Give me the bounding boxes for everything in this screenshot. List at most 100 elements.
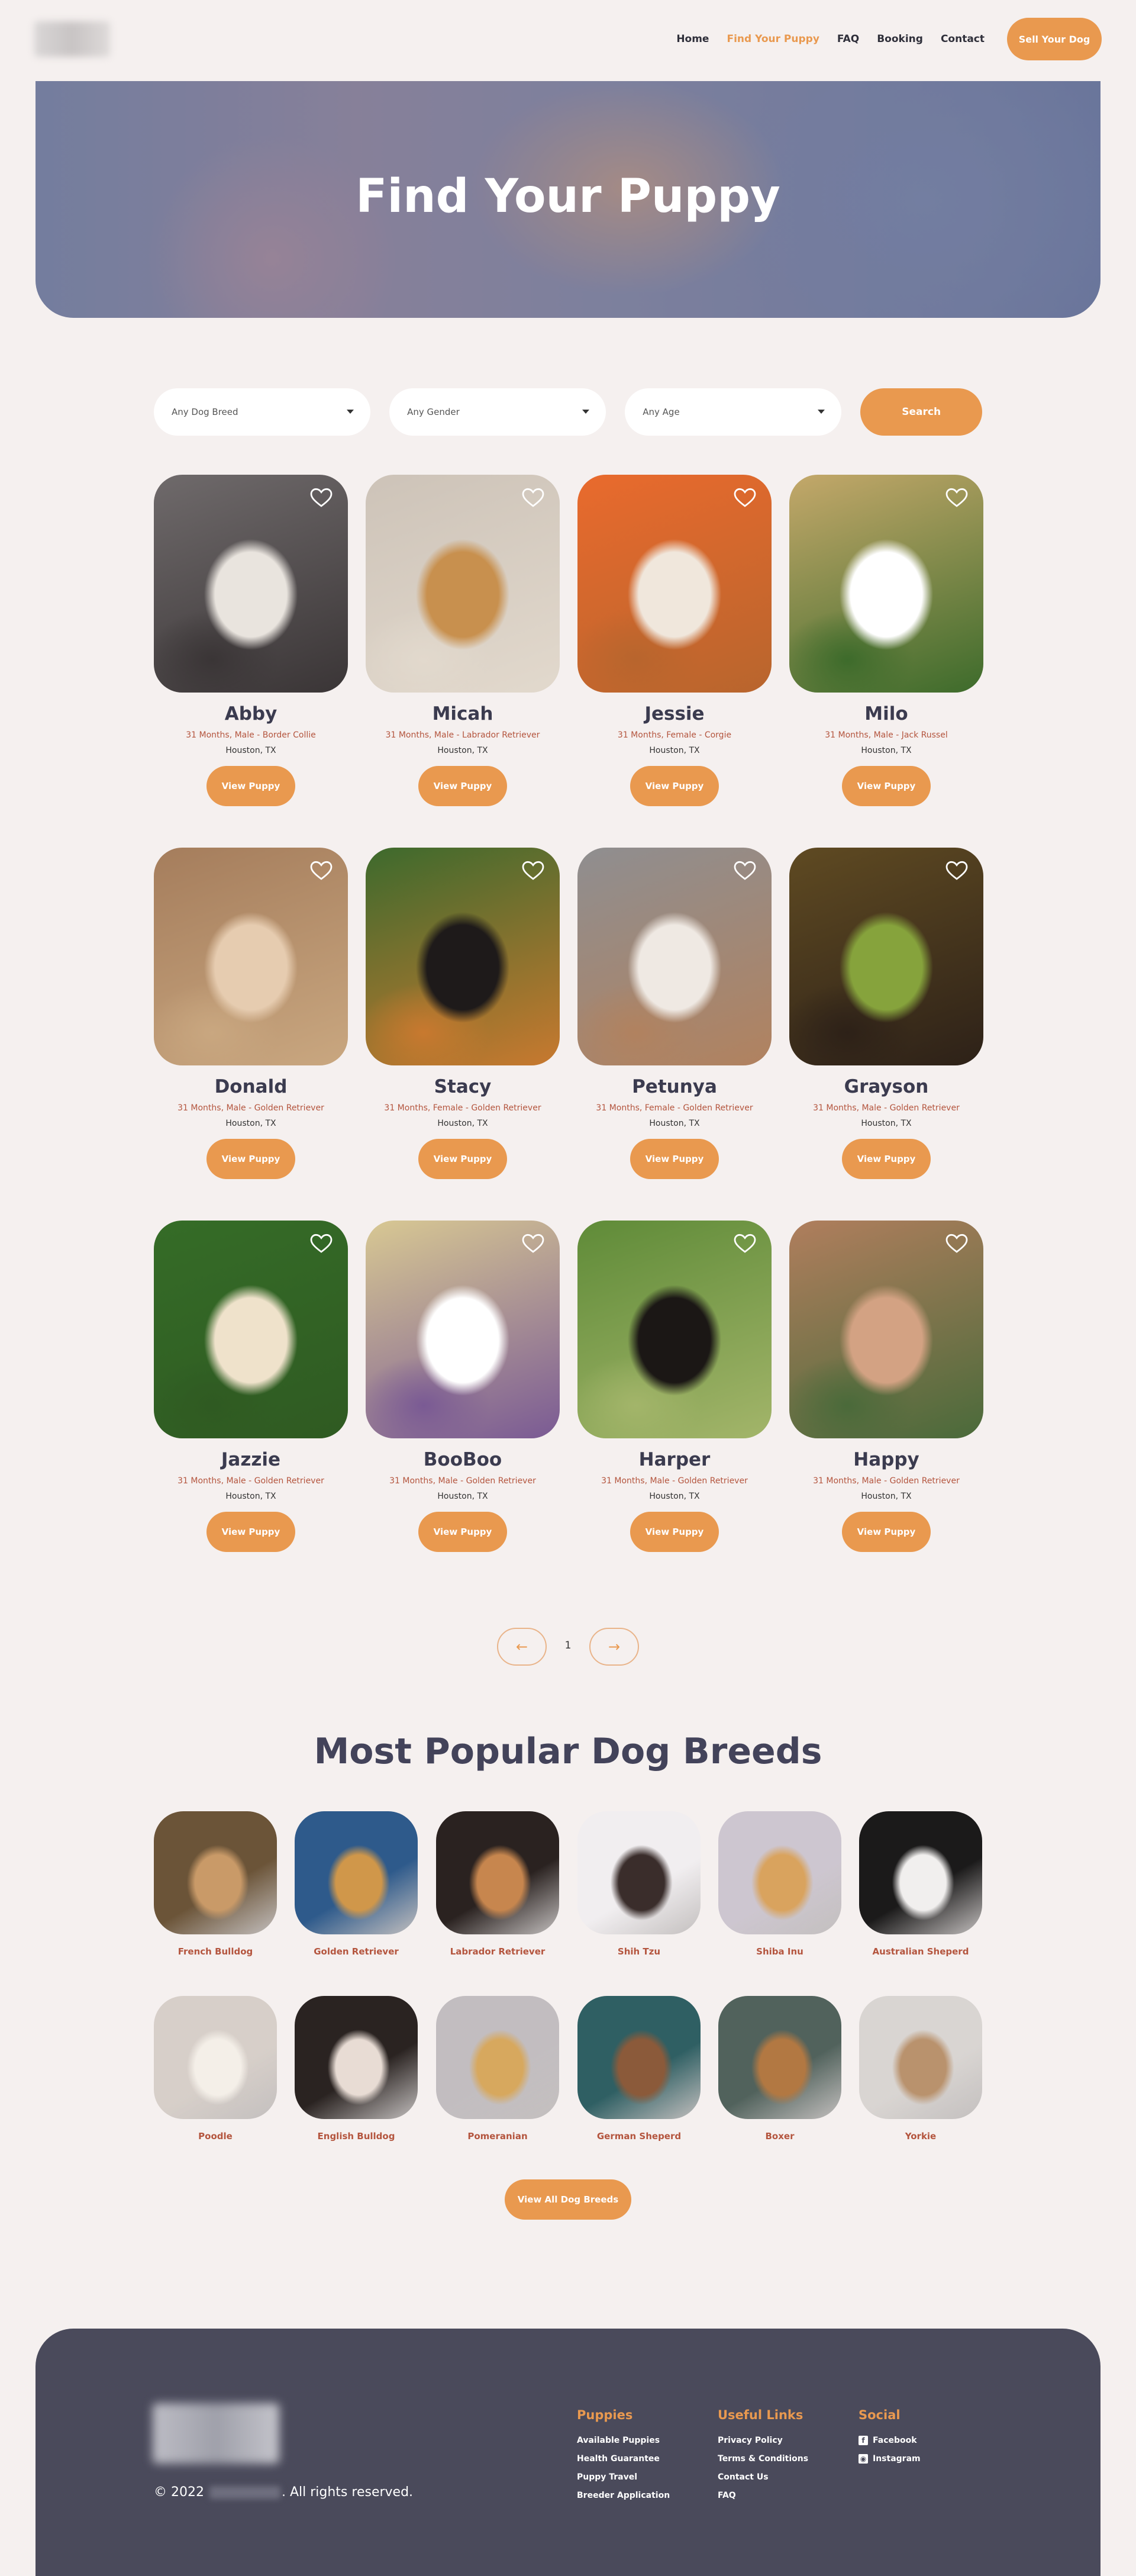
breed-photo[interactable] xyxy=(859,1811,982,1934)
heart-icon[interactable] xyxy=(945,861,968,881)
heart-icon[interactable] xyxy=(734,1234,756,1254)
breed-photo[interactable] xyxy=(859,1996,982,2119)
puppy-photo[interactable] xyxy=(154,475,348,693)
heart-icon[interactable] xyxy=(522,861,544,881)
breed-photo[interactable] xyxy=(154,1811,277,1934)
footer-link[interactable]: Breeder Application xyxy=(577,2490,670,2500)
view-puppy-button[interactable]: View Puppy xyxy=(206,1139,295,1179)
nav-faq[interactable]: FAQ xyxy=(837,33,859,45)
breed-tile[interactable]: Shiba Inu xyxy=(718,1811,841,1957)
puppy-photo[interactable] xyxy=(366,848,560,1065)
breed-photo[interactable] xyxy=(436,1996,559,2119)
footer-link[interactable]: Available Puppies xyxy=(577,2435,670,2445)
breed-tile[interactable]: Labrador Retriever xyxy=(436,1811,559,1957)
puppy-photo[interactable] xyxy=(789,475,983,693)
nav-home[interactable]: Home xyxy=(676,33,709,45)
puppy-photo[interactable] xyxy=(789,848,983,1065)
view-puppy-button[interactable]: View Puppy xyxy=(418,1139,507,1179)
breed-select[interactable]: Any Dog Breed xyxy=(154,388,371,436)
breed-name[interactable]: Pomeranian xyxy=(436,2131,559,2142)
footer-link[interactable]: ◉ Instagram xyxy=(859,2453,921,2464)
view-puppy-button[interactable]: View Puppy xyxy=(206,766,295,806)
view-puppy-button[interactable]: View Puppy xyxy=(418,766,507,806)
footer-logo[interactable] xyxy=(153,2403,279,2464)
breed-name[interactable]: German Sheperd xyxy=(577,2131,701,2142)
puppy-photo[interactable] xyxy=(154,1221,348,1438)
puppy-name: Abby xyxy=(224,703,277,724)
site-logo[interactable] xyxy=(34,21,110,57)
puppy-photo[interactable] xyxy=(577,475,772,693)
breed-photo[interactable] xyxy=(577,1811,701,1934)
breed-tile[interactable]: English Bulldog xyxy=(295,1996,418,2142)
heart-icon[interactable] xyxy=(734,861,756,881)
breed-name[interactable]: Labrador Retriever xyxy=(436,1946,559,1957)
view-puppy-button[interactable]: View Puppy xyxy=(630,766,719,806)
footer-link[interactable]: Terms & Conditions xyxy=(718,2453,808,2464)
breed-tile[interactable]: Poodle xyxy=(154,1996,277,2142)
view-puppy-button[interactable]: View Puppy xyxy=(630,1139,719,1179)
heart-icon[interactable] xyxy=(945,488,968,508)
breed-photo[interactable] xyxy=(718,1996,841,2119)
view-puppy-button[interactable]: View Puppy xyxy=(418,1512,507,1552)
view-puppy-button[interactable]: View Puppy xyxy=(630,1512,719,1552)
next-page-button[interactable]: → xyxy=(589,1628,639,1666)
age-select[interactable]: Any Age xyxy=(625,388,842,436)
breed-tile[interactable]: Boxer xyxy=(718,1996,841,2142)
heart-icon[interactable] xyxy=(522,488,544,508)
breed-name[interactable]: Shiba Inu xyxy=(718,1946,841,1957)
nav-contact[interactable]: Contact xyxy=(941,33,985,45)
breed-photo[interactable] xyxy=(295,1811,418,1934)
view-puppy-button[interactable]: View Puppy xyxy=(206,1512,295,1552)
footer-link[interactable]: FAQ xyxy=(718,2490,808,2500)
heart-icon[interactable] xyxy=(310,488,333,508)
heart-icon[interactable] xyxy=(310,1234,333,1254)
search-button[interactable]: Search xyxy=(860,388,982,436)
heart-icon[interactable] xyxy=(522,1234,544,1254)
breed-tile[interactable]: Pomeranian xyxy=(436,1996,559,2142)
breed-name[interactable]: French Bulldog xyxy=(154,1946,277,1957)
breed-tile[interactable]: German Sheperd xyxy=(577,1996,701,2142)
footer-link-label: FAQ xyxy=(718,2490,736,2500)
breed-tile[interactable]: Yorkie xyxy=(859,1996,982,2142)
footer-link[interactable]: Contact Us xyxy=(718,2472,808,2482)
view-puppy-button[interactable]: View Puppy xyxy=(842,1139,931,1179)
heart-icon[interactable] xyxy=(310,861,333,881)
breed-tile[interactable]: Shih Tzu xyxy=(577,1811,701,1957)
breed-tile[interactable]: Golden Retriever xyxy=(295,1811,418,1957)
breed-name[interactable]: Golden Retriever xyxy=(295,1946,418,1957)
breed-photo[interactable] xyxy=(577,1996,701,2119)
nav-find-your-puppy[interactable]: Find Your Puppy xyxy=(727,33,819,45)
puppy-photo[interactable] xyxy=(366,475,560,693)
breed-tile[interactable]: French Bulldog xyxy=(154,1811,277,1957)
breed-photo[interactable] xyxy=(436,1811,559,1934)
footer-link-label: Puppy Travel xyxy=(577,2472,638,2482)
heart-icon[interactable] xyxy=(734,488,756,508)
breed-tile[interactable]: Australian Sheperd xyxy=(859,1811,982,1957)
view-all-breeds-button[interactable]: View All Dog Breeds xyxy=(505,2179,631,2220)
heart-icon[interactable] xyxy=(945,1234,968,1254)
breed-name[interactable]: Boxer xyxy=(718,2131,841,2142)
view-puppy-button[interactable]: View Puppy xyxy=(842,766,931,806)
breed-photo[interactable] xyxy=(295,1996,418,2119)
breed-name[interactable]: English Bulldog xyxy=(295,2131,418,2142)
puppy-photo[interactable] xyxy=(154,848,348,1065)
breed-name[interactable]: Australian Sheperd xyxy=(859,1946,982,1957)
sell-your-dog-button[interactable]: Sell Your Dog xyxy=(1007,18,1102,60)
puppy-photo[interactable] xyxy=(577,1221,772,1438)
puppy-photo[interactable] xyxy=(577,848,772,1065)
footer-link[interactable]: Health Guarantee xyxy=(577,2453,670,2464)
gender-select[interactable]: Any Gender xyxy=(389,388,606,436)
breed-photo[interactable] xyxy=(718,1811,841,1934)
footer-link[interactable]: Privacy Policy xyxy=(718,2435,808,2445)
footer-link[interactable]: f Facebook xyxy=(859,2435,921,2445)
puppy-photo[interactable] xyxy=(366,1221,560,1438)
breed-name[interactable]: Poodle xyxy=(154,2131,277,2142)
nav-booking[interactable]: Booking xyxy=(877,33,923,45)
breed-name[interactable]: Yorkie xyxy=(859,2131,982,2142)
footer-link[interactable]: Puppy Travel xyxy=(577,2472,670,2482)
breed-photo[interactable] xyxy=(154,1996,277,2119)
breed-name[interactable]: Shih Tzu xyxy=(577,1946,701,1957)
copyright-suffix: . All rights reserved. xyxy=(281,2485,414,2500)
puppy-photo[interactable] xyxy=(789,1221,983,1438)
view-puppy-button[interactable]: View Puppy xyxy=(842,1512,931,1552)
